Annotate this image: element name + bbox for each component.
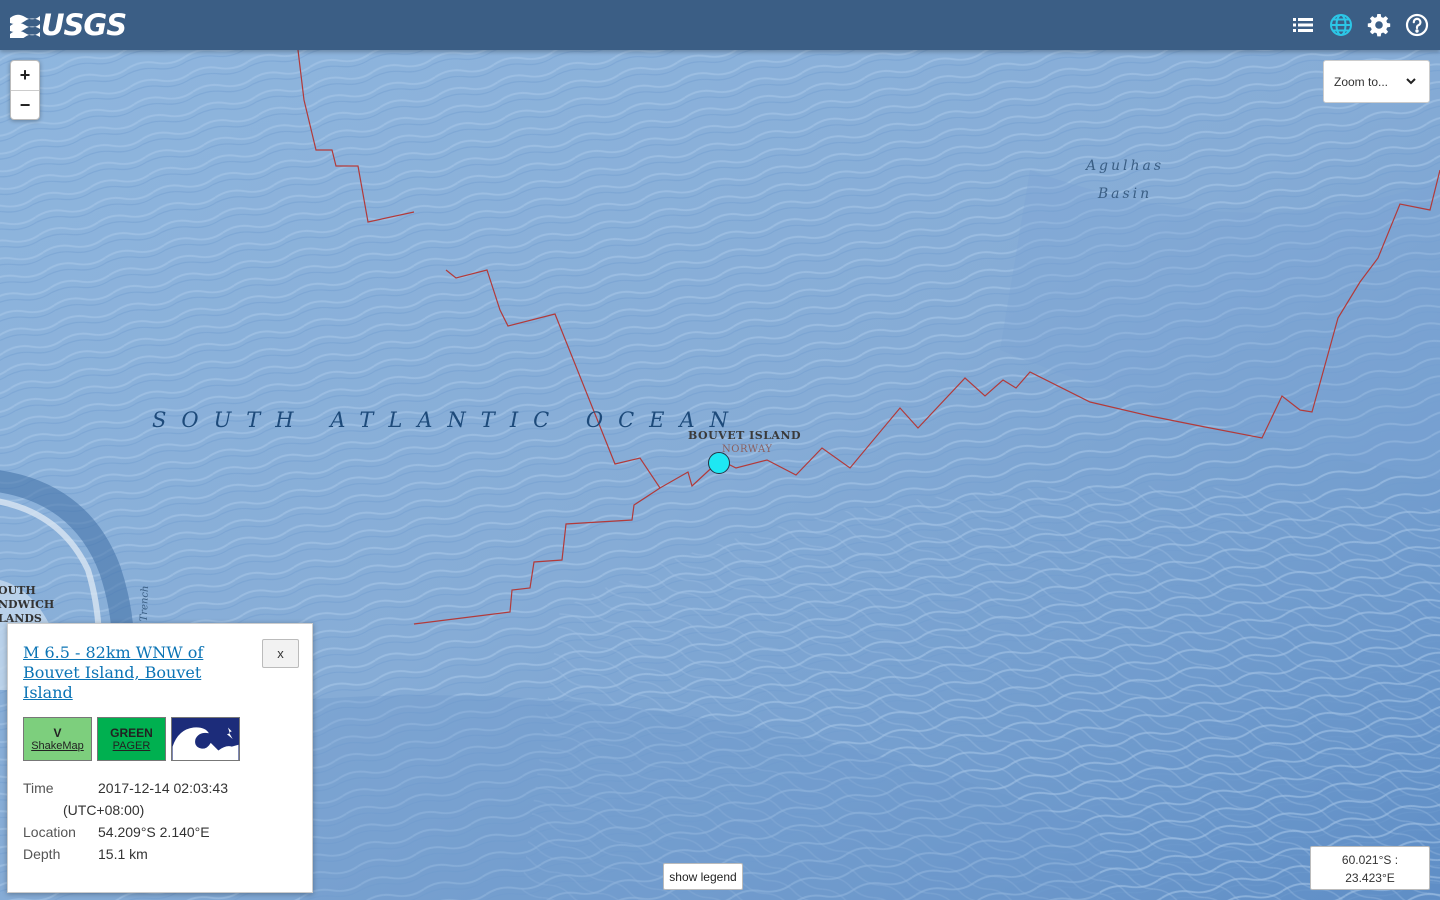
time-value: 2017-12-14 02:03:43 <box>98 780 228 796</box>
trench-label: Trench <box>138 585 152 622</box>
location-value: 54.209°S 2.140°E <box>98 824 210 840</box>
show-legend-button[interactable]: show legend <box>663 863 743 890</box>
usgs-wave-icon <box>10 14 40 38</box>
logo-text: USGS <box>41 8 127 42</box>
country-label: NORWAY <box>722 444 773 455</box>
event-title-link[interactable]: M 6.5 - 82km WNW of Bouvet Island, Bouve… <box>23 643 238 703</box>
pager-badge[interactable]: GREEN PAGER <box>97 717 166 761</box>
depth-value: 15.1 km <box>98 846 148 862</box>
list-icon[interactable] <box>1290 12 1316 38</box>
zoom-in-button[interactable]: + <box>11 61 39 90</box>
chevron-down-icon <box>1406 78 1416 85</box>
earthquake-epicenter-marker[interactable] <box>708 452 730 474</box>
zoom-to-dropdown[interactable]: Zoom to... <box>1323 60 1430 103</box>
depth-label: Depth <box>23 846 61 862</box>
basin-label: Agulhas Basin <box>1085 158 1165 202</box>
globe-icon[interactable] <box>1328 12 1354 38</box>
close-button[interactable]: x <box>262 639 299 668</box>
cursor-coordinates: 60.021°S : 23.423°E <box>1310 846 1430 890</box>
time-label: Time <box>23 780 54 796</box>
usgs-logo[interactable]: USGS <box>10 8 127 42</box>
shakemap-badge[interactable]: V ShakeMap <box>23 717 92 761</box>
zoom-to-label: Zoom to... <box>1334 74 1389 89</box>
event-details: Time 2017-12-14 02:03:43 (UTC+08:00) Loc… <box>23 777 228 865</box>
time-zone: (UTC+08:00) <box>63 802 145 818</box>
tsunami-icon[interactable] <box>171 717 240 761</box>
location-label: Location <box>23 824 76 840</box>
gear-icon[interactable] <box>1366 12 1392 38</box>
zoom-out-button[interactable]: − <box>11 90 39 119</box>
impact-badges: V ShakeMap GREEN PAGER <box>23 717 240 761</box>
event-info-panel: M 6.5 - 82km WNW of Bouvet Island, Bouve… <box>7 623 313 893</box>
top-header: USGS <box>0 0 1440 50</box>
ocean-label: SOUTH ATLANTIC OCEAN <box>152 408 744 432</box>
zoom-control: + − <box>10 60 40 120</box>
island-label: BOUVET ISLAND <box>688 429 802 442</box>
sandwich-islands-label: OUTH NDWICH LANDS <box>0 584 55 625</box>
help-icon[interactable] <box>1404 12 1430 38</box>
